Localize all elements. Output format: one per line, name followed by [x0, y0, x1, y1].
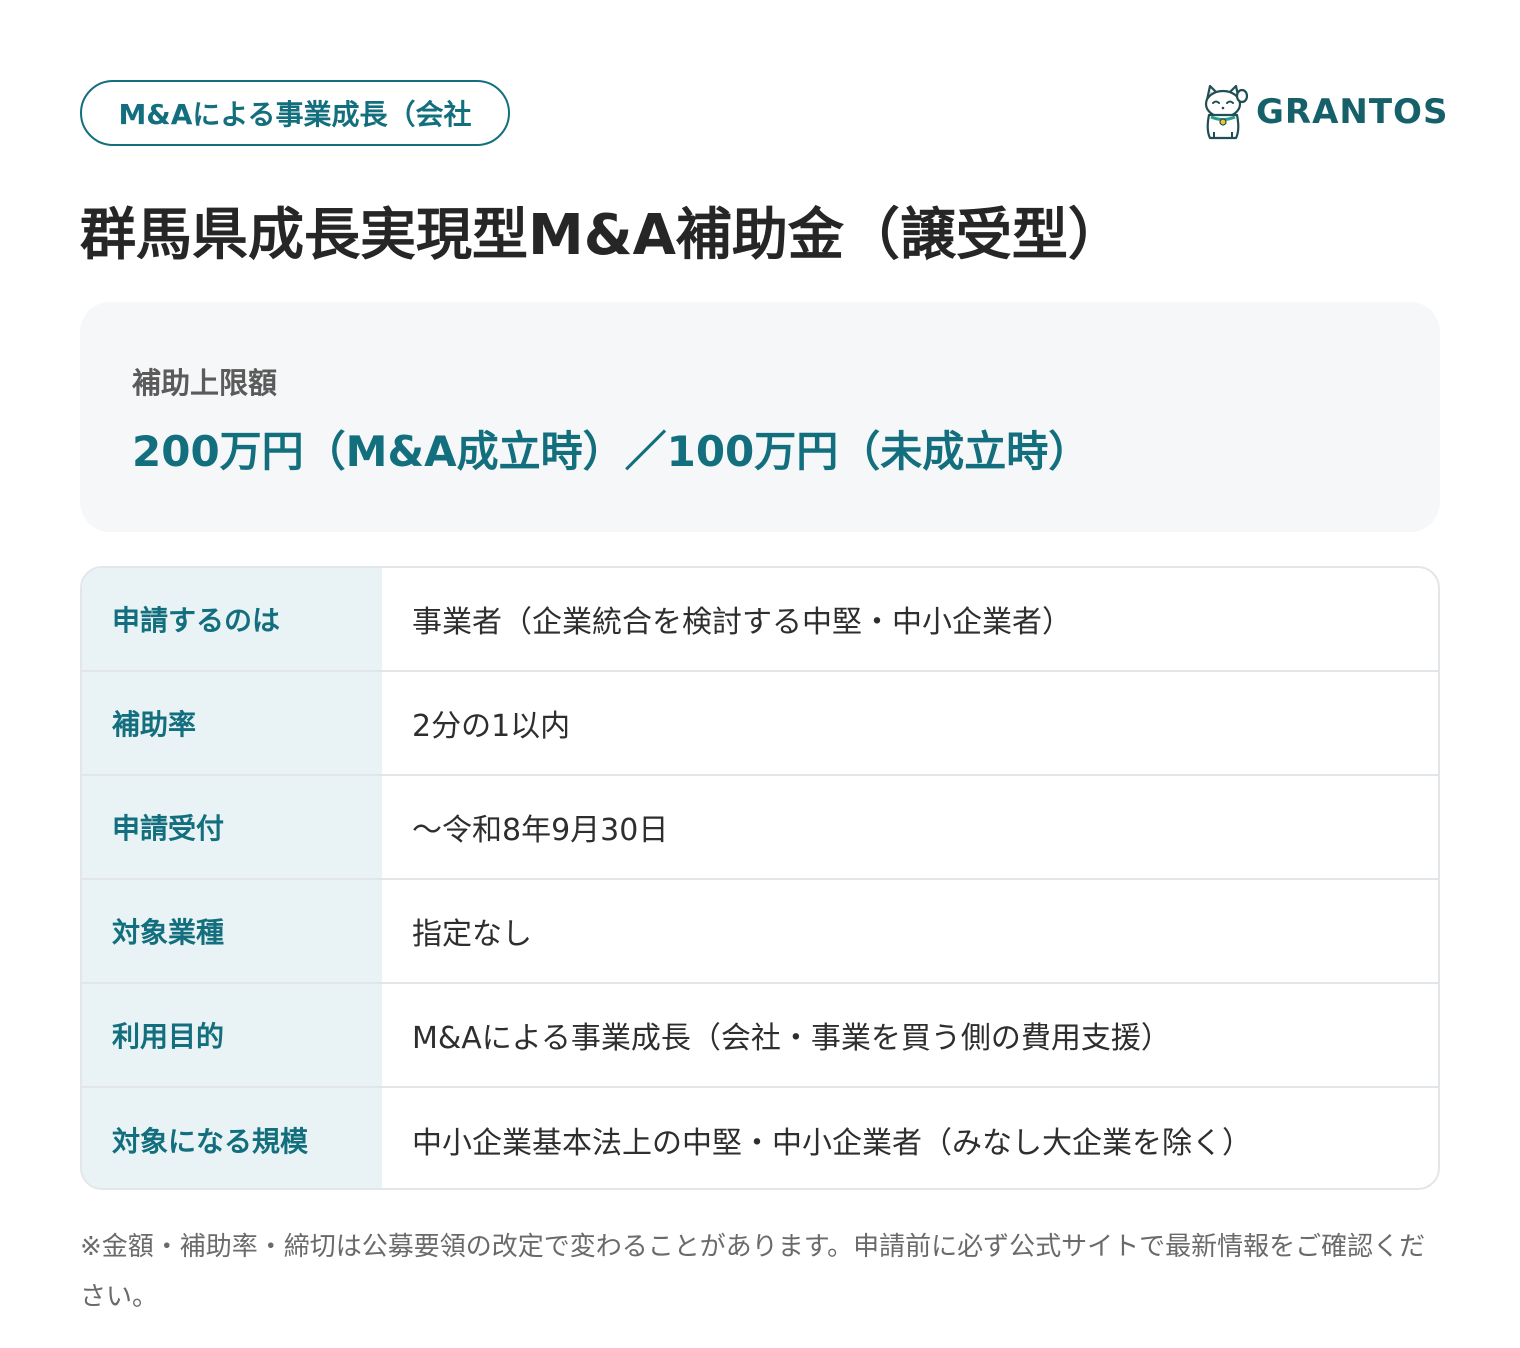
row-label: 補助率 [82, 672, 382, 774]
row-label: 対象になる規模 [82, 1088, 382, 1188]
page-title: 群馬県成長実現型M&A補助金（譲受型） [80, 203, 1124, 268]
row-label: 対象業種 [82, 880, 382, 982]
disclaimer-note: ※金額・補助率・締切は公募要領の改定で変わることがあります。申請前に必ず公式サイ… [80, 1232, 1426, 1312]
row-value: 事業者（企業統合を検討する中堅・中小企業者） [412, 605, 1072, 640]
row-value: M&Aによる事業成長（会社・事業を買う側の費用支援） [412, 1021, 1171, 1056]
category-tag-label: M&Aによる事業成長（会社 [118, 98, 472, 131]
table-row: 申請するのは 事業者（企業統合を検討する中堅・中小企業者） [82, 568, 1438, 672]
brand-name: GRANTOS [1256, 92, 1449, 132]
table-row: 対象になる規模 中小企業基本法上の中堅・中小企業者（みなし大企業を除く） [82, 1088, 1438, 1188]
row-value: 指定なし [412, 917, 532, 952]
row-label: 申請受付 [82, 776, 382, 878]
subsidy-limit-label: 補助上限額 [132, 366, 278, 400]
table-row: 対象業種 指定なし [82, 880, 1438, 984]
table-row: 申請受付 〜令和8年9月30日 [82, 776, 1438, 880]
category-tag[interactable]: M&Aによる事業成長（会社 [80, 80, 510, 146]
row-label: 利用目的 [82, 984, 382, 1086]
subsidy-limit-box: 補助上限額 200万円（M&A成立時）／100万円（未成立時） [80, 302, 1440, 532]
subsidy-card: M&Aによる事業成長（会社 GRANTOS 群馬県成長実現型M&A補助金（譲受型 [0, 0, 1520, 1348]
row-label: 申請するのは [82, 568, 382, 670]
subsidy-limit-value: 200万円（M&A成立時）／100万円（未成立時） [132, 427, 1091, 476]
maneki-neko-cat-icon [1204, 84, 1248, 140]
row-value: 〜令和8年9月30日 [412, 813, 669, 848]
info-table: 申請するのは 事業者（企業統合を検討する中堅・中小企業者） 補助率 2分の1以内… [80, 566, 1440, 1190]
table-row: 補助率 2分の1以内 [82, 672, 1438, 776]
row-value: 2分の1以内 [412, 709, 571, 744]
brand-logo: GRANTOS [1198, 82, 1448, 142]
row-value: 中小企業基本法上の中堅・中小企業者（みなし大企業を除く） [412, 1126, 1252, 1161]
table-row: 利用目的 M&Aによる事業成長（会社・事業を買う側の費用支援） [82, 984, 1438, 1088]
